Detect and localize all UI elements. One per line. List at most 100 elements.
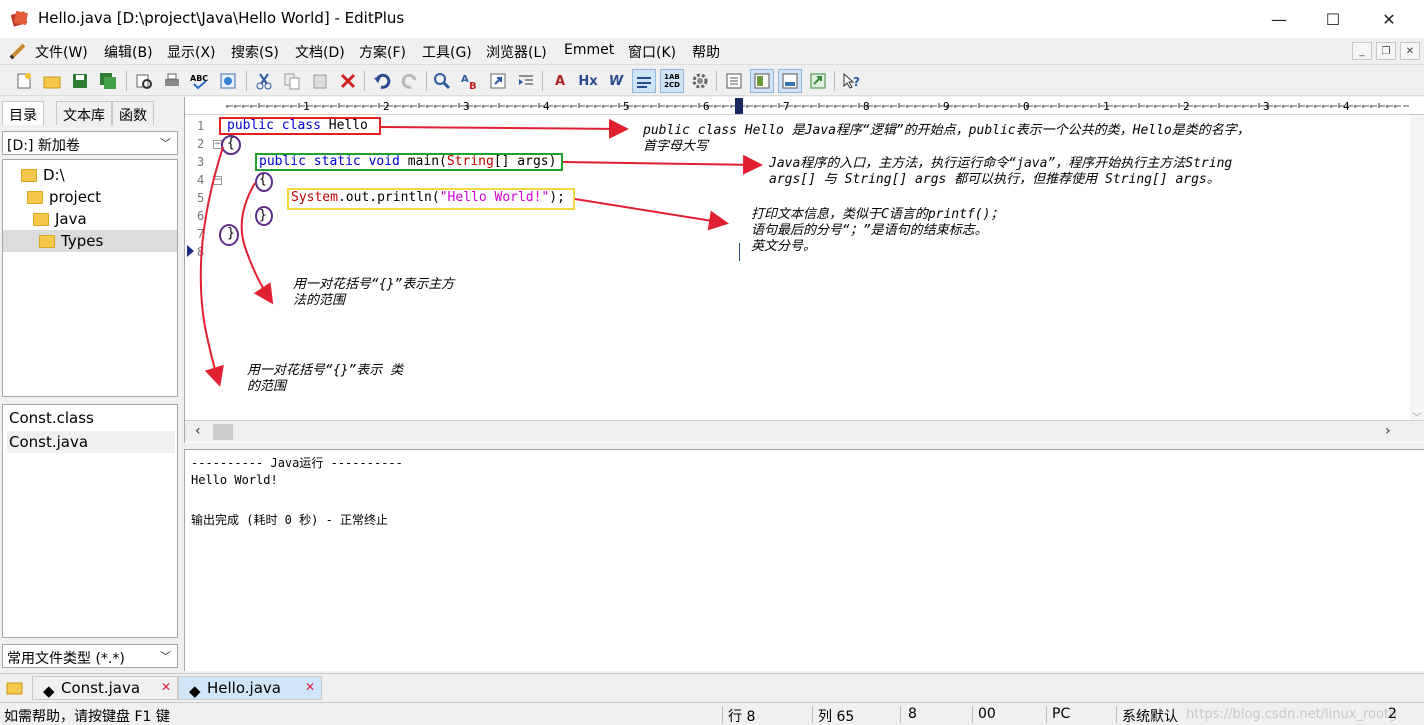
mdi-restore-button[interactable]: ❐ bbox=[1376, 42, 1396, 60]
folder-icon bbox=[27, 190, 43, 204]
close-icon[interactable]: ✕ bbox=[305, 680, 315, 694]
pencil-icon bbox=[9, 43, 26, 60]
output-window[interactable]: ---------- Java运行 ---------- Hello World… bbox=[184, 449, 1424, 671]
horizontal-scrollbar[interactable]: ‹ › bbox=[185, 420, 1424, 442]
code-editor[interactable]: 12345678901234 1 2 3 4 5 6 7 8 − − publi… bbox=[184, 97, 1424, 443]
close-button[interactable]: ✕ bbox=[1362, 0, 1416, 38]
editplus-logo-icon bbox=[10, 11, 28, 27]
replace-icon[interactable]: AB bbox=[458, 69, 482, 93]
open-folder-icon[interactable] bbox=[40, 69, 64, 93]
goto-icon[interactable] bbox=[486, 69, 510, 93]
fullscreen-icon[interactable] bbox=[806, 69, 830, 93]
tree-item-java[interactable]: Java bbox=[33, 208, 87, 230]
font-icon[interactable]: A bbox=[548, 69, 572, 93]
filetype-select[interactable]: 常用文件类型 (*.*) ﹀ bbox=[2, 644, 178, 668]
tree-item-project[interactable]: project bbox=[27, 186, 101, 208]
tab-functions[interactable]: 函数 bbox=[112, 101, 154, 125]
svg-text:A: A bbox=[461, 74, 469, 85]
vertical-scrollbar[interactable]: ﹀ bbox=[1410, 115, 1424, 424]
status-help: 如需帮助，请按键盘 F1 键 bbox=[4, 709, 170, 725]
tab-directory[interactable]: 目录 bbox=[2, 101, 44, 125]
paste-icon[interactable] bbox=[308, 69, 332, 93]
maximize-button[interactable]: ☐ bbox=[1306, 0, 1360, 38]
annotation-main: Java程序的入口，主方法，执行运行命令“java”，程序开始执行主方法Stri… bbox=[769, 156, 1233, 187]
copy-icon[interactable] bbox=[280, 69, 304, 93]
menu-document[interactable]: 文档(D) bbox=[295, 42, 345, 62]
find-icon[interactable] bbox=[430, 69, 454, 93]
open-folder-icon bbox=[39, 234, 55, 248]
scroll-right-icon[interactable]: › bbox=[1385, 423, 1391, 439]
java-file-icon: ◆ bbox=[43, 682, 55, 700]
annotation-method-braces: 用一对花括号“{}”表示主方 法的范围 bbox=[293, 277, 455, 308]
word-wrap-icon[interactable]: W bbox=[604, 69, 628, 93]
status-code: 00 bbox=[978, 706, 996, 722]
menu-view[interactable]: 显示(X) bbox=[167, 42, 216, 62]
menu-file[interactable]: 文件(W) bbox=[35, 42, 88, 62]
tab-cliptext[interactable]: 文本库 bbox=[56, 101, 112, 125]
scroll-thumb[interactable] bbox=[213, 424, 233, 440]
save-all-icon[interactable] bbox=[96, 69, 120, 93]
delete-icon[interactable] bbox=[336, 69, 360, 93]
print-icon[interactable] bbox=[160, 69, 184, 93]
annotation-class-braces: 用一对花括号“{}”表示 类 的范围 bbox=[247, 363, 404, 394]
browser-preview-icon[interactable] bbox=[216, 69, 240, 93]
directory-icon[interactable] bbox=[722, 69, 746, 93]
status-line-ending: PC bbox=[1052, 706, 1071, 722]
minimize-button[interactable]: — bbox=[1252, 0, 1306, 38]
save-icon[interactable] bbox=[68, 69, 92, 93]
indent-icon[interactable] bbox=[514, 69, 538, 93]
menu-bar: 文件(W) 编辑(B) 显示(X) 搜索(S) 文档(D) 方案(F) 工具(G… bbox=[0, 38, 1424, 64]
redo-icon[interactable] bbox=[398, 69, 422, 93]
close-icon[interactable]: ✕ bbox=[161, 680, 171, 694]
status-encoding: 系统默认 bbox=[1122, 709, 1178, 725]
drive-select[interactable]: [D:] 新加卷 ﹀ bbox=[2, 131, 178, 155]
directory-tree: D:\ project Java Types bbox=[2, 159, 178, 397]
output-header: ---------- Java运行 ---------- bbox=[191, 456, 403, 470]
status-column: 列 65 bbox=[818, 709, 855, 725]
folder-icon bbox=[21, 168, 37, 182]
spell-check-icon[interactable]: ABC bbox=[188, 69, 212, 93]
scroll-left-icon[interactable]: ‹ bbox=[195, 423, 201, 439]
watermark-text: https://blog.csdn.net/linux_rootg bbox=[1186, 707, 1398, 722]
hex-icon[interactable]: Hx bbox=[576, 69, 600, 93]
tree-item-types[interactable]: Types bbox=[3, 230, 177, 252]
menu-search[interactable]: 搜索(S) bbox=[231, 42, 279, 62]
svg-text:B: B bbox=[469, 81, 477, 90]
ruler-icon[interactable] bbox=[632, 69, 656, 93]
list-item[interactable]: Const.class bbox=[7, 407, 175, 429]
document-tabs: ◆ Const.java ✕ ◆ Hello.java ✕ bbox=[0, 673, 1424, 701]
menu-edit[interactable]: 编辑(B) bbox=[104, 42, 153, 62]
annotation-class: public class Hello 是Java程序“逻辑”的开始点，publi… bbox=[643, 123, 1250, 154]
menu-tools[interactable]: 工具(G) bbox=[422, 42, 472, 62]
menu-project[interactable]: 方案(F) bbox=[359, 42, 406, 62]
status-bar: 如需帮助，请按键盘 F1 键 行 8 列 65 8 00 PC 系统默认 htt… bbox=[0, 702, 1424, 725]
cut-icon[interactable] bbox=[252, 69, 276, 93]
status-row: 行 8 bbox=[728, 709, 756, 725]
new-file-icon[interactable] bbox=[12, 69, 36, 93]
print-preview-icon[interactable] bbox=[132, 69, 156, 93]
menu-help[interactable]: 帮助 bbox=[692, 42, 720, 62]
file-list: Const.class Const.java bbox=[2, 404, 178, 638]
editplus-window: Hello.java [D:\project\Java\Hello World]… bbox=[0, 0, 1424, 725]
help-icon[interactable]: ? bbox=[840, 69, 864, 93]
menu-browser[interactable]: 浏览器(L) bbox=[486, 42, 547, 62]
settings-icon[interactable] bbox=[688, 69, 712, 93]
status-page: 2 bbox=[1388, 706, 1397, 722]
menu-window[interactable]: 窗口(K) bbox=[628, 42, 676, 62]
output-icon[interactable] bbox=[778, 69, 802, 93]
tab-const-java[interactable]: ◆ Const.java ✕ bbox=[32, 676, 178, 700]
folder-icon bbox=[33, 212, 49, 226]
menu-emmet[interactable]: Emmet bbox=[564, 42, 614, 58]
title-bar: Hello.java [D:\project\Java\Hello World]… bbox=[0, 0, 1424, 38]
mdi-close-button[interactable]: ✕ bbox=[1400, 42, 1420, 60]
chevron-down-icon: ﹀ bbox=[160, 650, 171, 663]
cliptext-icon[interactable] bbox=[750, 69, 774, 93]
filetype-select-value: 常用文件类型 (*.*) bbox=[7, 651, 125, 667]
tab-hello-java[interactable]: ◆ Hello.java ✕ bbox=[178, 676, 322, 700]
tree-item-drive[interactable]: D:\ bbox=[21, 164, 65, 186]
undo-icon[interactable] bbox=[370, 69, 394, 93]
mdi-minimize-button[interactable]: _ bbox=[1352, 42, 1372, 60]
list-item[interactable]: Const.java bbox=[7, 431, 175, 453]
status-number: 8 bbox=[908, 706, 917, 722]
line-number-icon[interactable]: 1AB 2CD bbox=[660, 69, 684, 93]
